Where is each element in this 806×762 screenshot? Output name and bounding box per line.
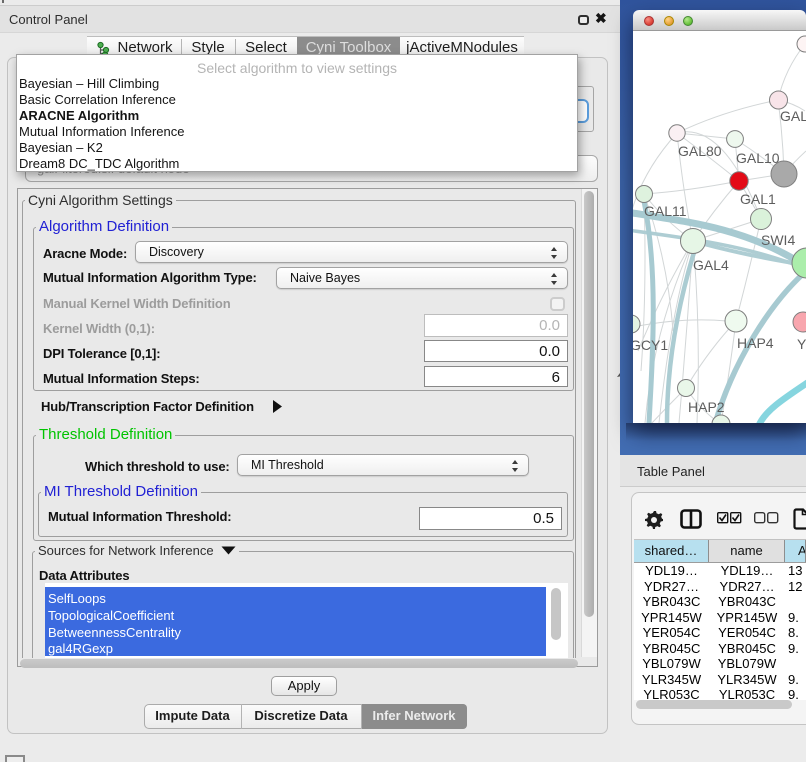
- svg-text:SWI4: SWI4: [761, 232, 795, 248]
- svg-text:HAP4: HAP4: [737, 335, 774, 351]
- svg-text:GAL80: GAL80: [678, 143, 722, 159]
- svg-text:GCY1: GCY1: [633, 337, 668, 353]
- svg-text:Y: Y: [797, 336, 806, 352]
- svg-text:HAP2: HAP2: [688, 399, 725, 415]
- svg-text:GAL10: GAL10: [736, 150, 780, 166]
- svg-text:GAL1: GAL1: [740, 191, 776, 207]
- svg-text:GAL4: GAL4: [693, 257, 729, 273]
- svg-text:GAL11: GAL11: [644, 203, 687, 219]
- svg-text:GAL: GAL: [780, 108, 806, 124]
